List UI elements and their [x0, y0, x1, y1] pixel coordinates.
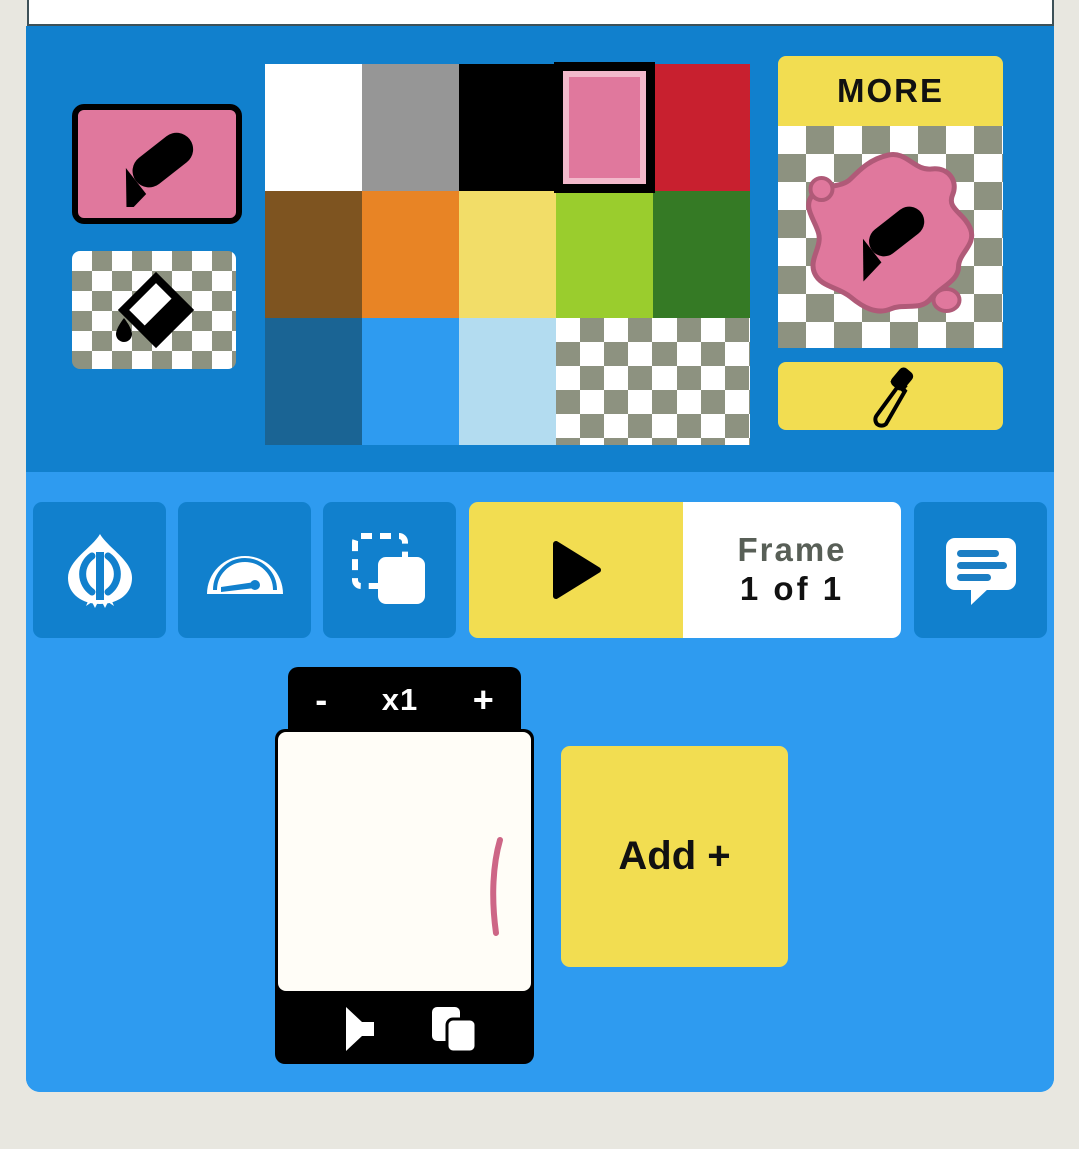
- onion-skin-button[interactable]: [33, 502, 166, 638]
- color-swatch-transparent-2[interactable]: [653, 318, 750, 445]
- fill-bucket-tool-button[interactable]: [72, 251, 236, 369]
- select-duplicate-button[interactable]: [323, 502, 456, 638]
- palette-section: MORE: [26, 26, 1054, 472]
- color-swatch-transparent-1[interactable]: [556, 318, 653, 445]
- color-swatch-white[interactable]: [265, 64, 362, 191]
- speed-button[interactable]: [178, 502, 311, 638]
- color-swatch-pink[interactable]: [554, 62, 655, 193]
- eyedropper-icon: [872, 367, 913, 428]
- add-frame-label: Add +: [618, 834, 731, 878]
- color-swatch-grid[interactable]: [265, 62, 750, 445]
- zoom-in-button[interactable]: +: [473, 682, 494, 718]
- more-colors-button[interactable]: MORE: [778, 56, 1003, 126]
- drawing-app-panel: MORE Frame 1 of 1 - x1 + Add +: [26, 26, 1054, 1092]
- tool-column: [72, 104, 242, 369]
- frame-drawing: [490, 837, 503, 936]
- playback-group: Frame 1 of 1: [469, 502, 901, 638]
- color-swatch-light-green[interactable]: [556, 191, 653, 318]
- zoom-level-label: x1: [381, 682, 419, 717]
- toolbar-section: Frame 1 of 1: [26, 472, 1054, 639]
- frame-thumbnail[interactable]: [278, 732, 531, 991]
- sound-icon[interactable]: [328, 1001, 384, 1057]
- paint-bucket-icon: [116, 271, 195, 349]
- color-swatch-light-blue[interactable]: [459, 318, 556, 445]
- color-swatch-brown[interactable]: [265, 191, 362, 318]
- speech-bubble-icon: [945, 538, 1016, 605]
- onion-skin-icon: [67, 534, 132, 608]
- add-frame-button[interactable]: Add +: [561, 746, 788, 967]
- paint-blob-icon: [805, 152, 974, 314]
- speedometer-icon: [206, 556, 283, 594]
- frame-thumbnail-frame[interactable]: [275, 729, 534, 994]
- frame-readout[interactable]: Frame 1 of 1: [683, 502, 901, 638]
- color-swatch-blue[interactable]: [362, 318, 459, 445]
- brush-preview[interactable]: [778, 126, 1003, 348]
- zoom-bar: - x1 +: [288, 667, 521, 733]
- color-swatch-yellow[interactable]: [459, 191, 556, 318]
- frames-section: - x1 + Add +: [26, 639, 1054, 1092]
- pencil-icon: [125, 132, 194, 207]
- color-swatch-orange[interactable]: [362, 191, 459, 318]
- more-label: MORE: [837, 72, 944, 109]
- frame-card: - x1 +: [275, 667, 534, 1064]
- eyedropper-button[interactable]: [778, 362, 1003, 430]
- duplicate-selection-icon: [351, 533, 425, 604]
- pencil-tool-button[interactable]: [72, 104, 242, 224]
- color-swatch-dark-blue[interactable]: [265, 318, 362, 445]
- play-triangle-icon: [553, 541, 601, 599]
- frame-count: 1 of 1: [739, 570, 845, 607]
- color-swatch-gray[interactable]: [362, 64, 459, 191]
- color-swatch-black[interactable]: [459, 64, 556, 191]
- duplicate-frame-icon[interactable]: [426, 1001, 482, 1057]
- play-button[interactable]: [469, 502, 683, 638]
- zoom-out-button[interactable]: -: [315, 682, 327, 718]
- content-area-strip: [27, 0, 1054, 26]
- more-column: MORE: [778, 56, 1003, 430]
- color-swatch-dark-green[interactable]: [653, 191, 750, 318]
- comment-button[interactable]: [914, 502, 1047, 638]
- color-swatch-red[interactable]: [653, 64, 750, 191]
- frame-label: Frame: [737, 531, 847, 569]
